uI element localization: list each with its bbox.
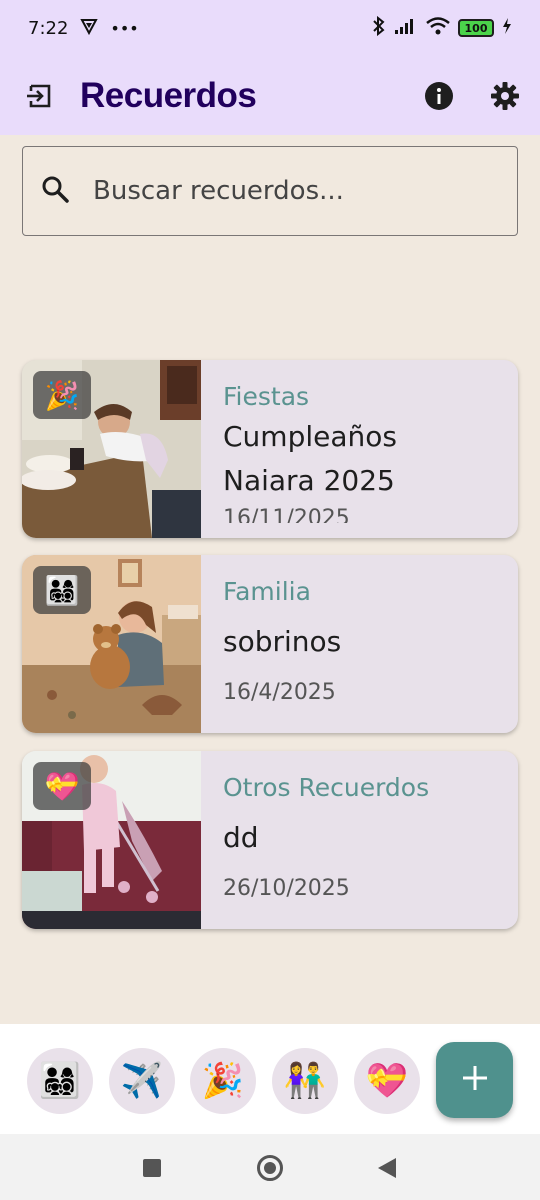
battery-icon: 100 — [458, 19, 494, 37]
memory-card[interactable]: 👨‍👩‍👧‍👦 Familia sobrinos 16/4/2025 — [22, 555, 518, 733]
memory-card[interactable]: 🎉 Fiestas Cumpleaños Naiara 2025 16/11/2… — [22, 360, 518, 538]
search-input[interactable] — [93, 176, 473, 206]
wifi-icon — [426, 16, 450, 40]
memory-date: 16/11/2025 — [223, 506, 350, 523]
search-box[interactable] — [22, 146, 518, 236]
info-icon[interactable] — [424, 81, 454, 111]
bluetooth-icon — [372, 15, 386, 41]
airplane-icon[interactable]: ✈️ — [109, 1048, 175, 1114]
memory-card[interactable]: 💝 Otros Recuerdos dd 26/10/2025 — [22, 751, 518, 929]
signal-icon — [394, 17, 418, 40]
gift-heart-icon[interactable]: 💝 — [354, 1048, 420, 1114]
family-icon[interactable]: 👨‍👩‍👧‍👦 — [27, 1048, 93, 1114]
memory-title: dd — [223, 821, 259, 854]
couple-icon[interactable]: 👫 — [272, 1048, 338, 1114]
exit-icon[interactable] — [24, 81, 54, 111]
party-icon[interactable]: 🎉 — [190, 1048, 256, 1114]
memory-title: Cumpleaños Naiara 2025 — [223, 420, 397, 497]
memory-date: 16/4/2025 — [223, 680, 336, 705]
vpn-shield-icon — [80, 17, 99, 39]
category-badge: 🎉 — [33, 371, 91, 419]
charging-icon — [502, 17, 512, 39]
more-dots-icon: ••• — [110, 18, 139, 38]
memory-date: 26/10/2025 — [223, 876, 350, 901]
category-badge: 👨‍👩‍👧‍👦 — [33, 566, 91, 614]
app-bar: Recuerdos — [0, 56, 540, 135]
search-icon — [41, 175, 69, 207]
memory-photo: 💝 — [22, 751, 201, 929]
system-nav-bar — [0, 1134, 540, 1200]
settings-gear-icon[interactable] — [490, 81, 520, 111]
square-icon[interactable] — [142, 1158, 162, 1182]
status-time: 7:22 — [28, 17, 69, 39]
memory-title: sobrinos — [223, 625, 342, 658]
category-badge: 💝 — [33, 762, 91, 810]
add-memory-button[interactable] — [436, 1042, 513, 1118]
memory-photo: 👨‍👩‍👧‍👦 — [22, 555, 201, 733]
page-title: Recuerdos — [80, 75, 257, 115]
memory-category: Familia — [223, 577, 311, 606]
memory-photo: 🎉 — [22, 360, 201, 538]
memory-category: Otros Recuerdos — [223, 773, 430, 802]
memory-category: Fiestas — [223, 382, 310, 411]
category-bar: 👨‍👩‍👧‍👦 ✈️ 🎉 👫 💝 — [0, 1024, 540, 1134]
circle-icon[interactable] — [256, 1154, 284, 1186]
plus-icon — [462, 1065, 488, 1095]
triangle-back-icon[interactable] — [376, 1156, 398, 1184]
status-bar: 7:22 ••• 100 — [0, 0, 540, 56]
